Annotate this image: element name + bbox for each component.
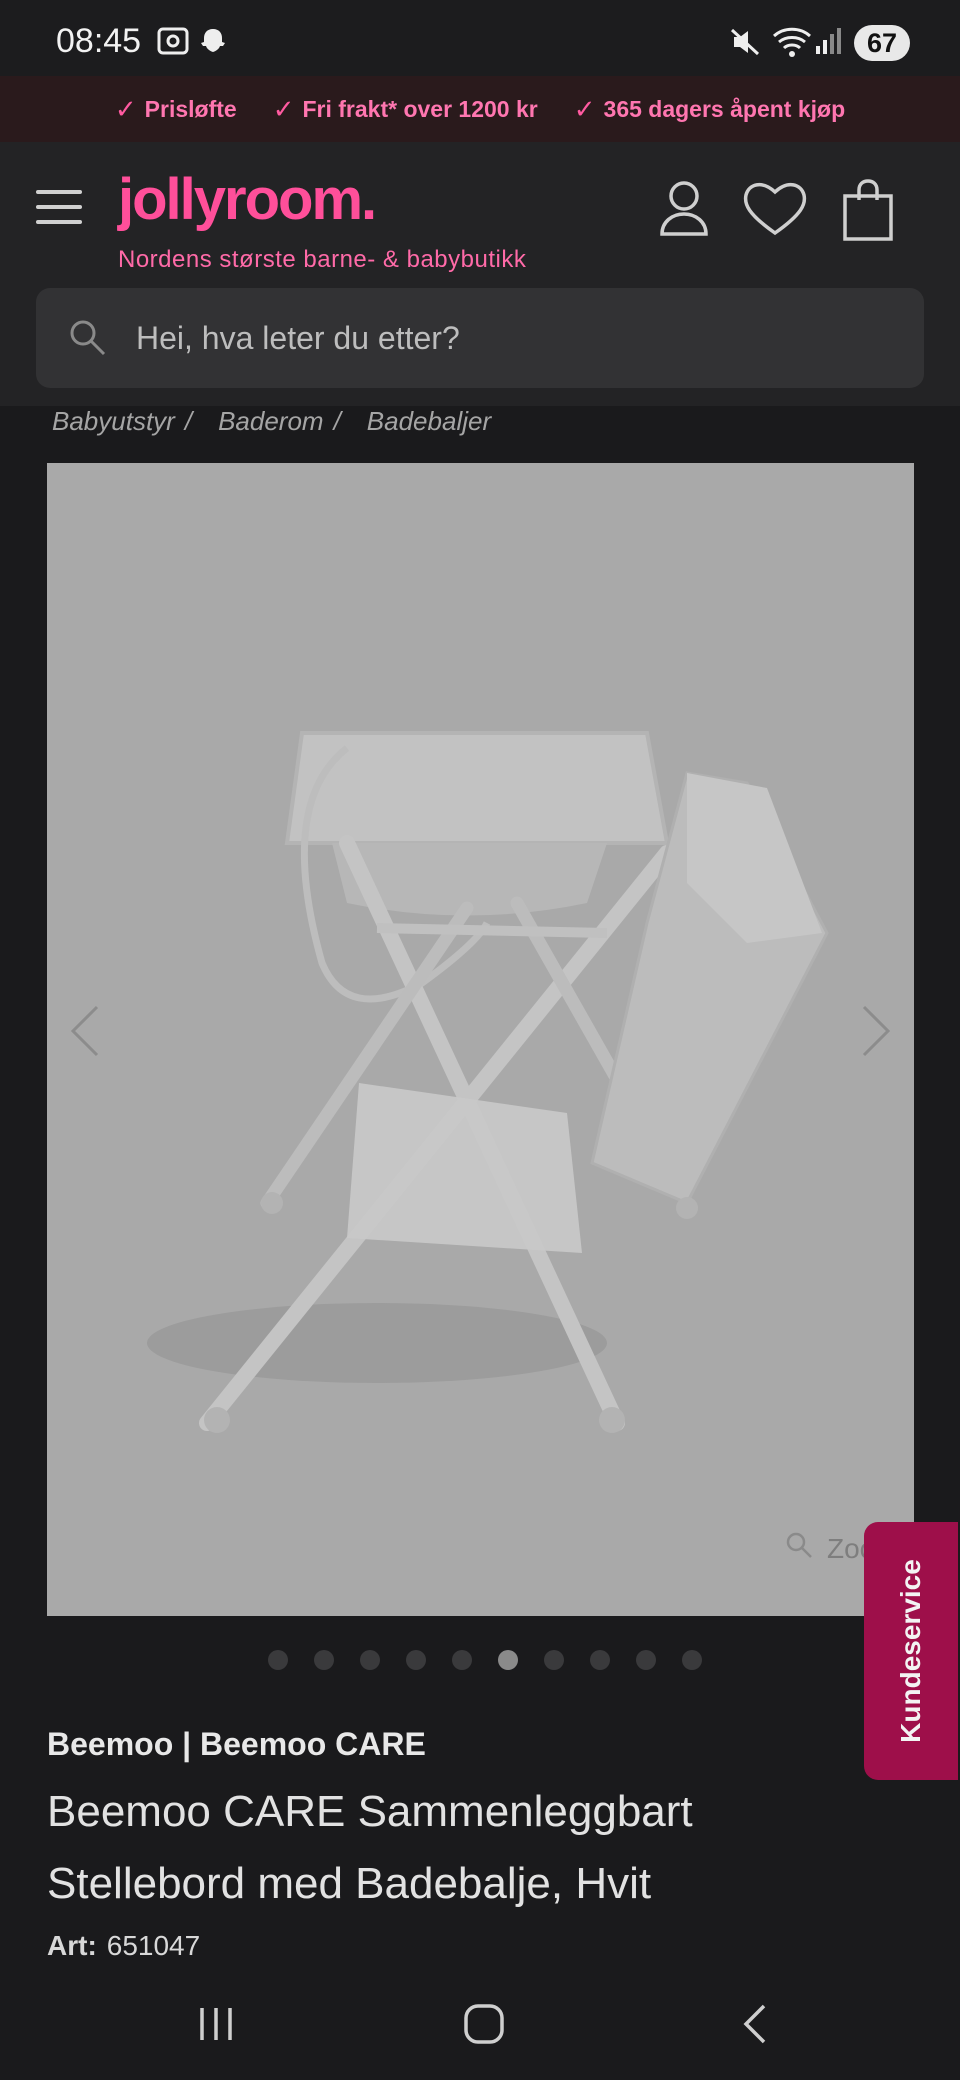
customer-service-label: Kundeservice [895, 1559, 926, 1743]
promo-bar: ✓ Prisløfte ✓ Fri frakt* over 1200 kr ✓ … [0, 76, 960, 142]
tagline: Nordens største barne- & babybutikk [118, 246, 527, 273]
promo-item-price-promise: ✓ Prisløfte [115, 94, 237, 125]
hamburger-menu-button[interactable] [36, 190, 82, 224]
pagination-dot-active[interactable] [498, 1650, 518, 1670]
pagination-dot[interactable] [590, 1650, 610, 1670]
zoom-icon [785, 1531, 813, 1566]
pagination-dot[interactable] [636, 1650, 656, 1670]
article-number: Art: 651047 [47, 1930, 200, 1962]
breadcrumb-separator: / [184, 406, 193, 436]
article-number-value: 651047 [106, 1930, 201, 1961]
breadcrumb: Babyutstyr / Baderom / Badebaljer [52, 406, 491, 442]
customer-service-tab[interactable]: Kundeservice [864, 1522, 958, 1780]
promo-item-free-shipping: ✓ Fri frakt* over 1200 kr [273, 94, 538, 125]
search-input[interactable] [136, 288, 896, 388]
menu-line [36, 220, 82, 224]
promo-label: Fri frakt* over 1200 kr [302, 95, 538, 122]
check-icon: ✓ [272, 93, 295, 124]
battery-indicator: 67 [854, 25, 910, 61]
account-icon[interactable] [656, 178, 712, 243]
search-box[interactable] [36, 288, 924, 388]
promo-label: 365 dagers åpent kjøp [603, 95, 846, 122]
jollyroom-logo[interactable]: jollyroom. [118, 166, 377, 233]
breadcrumb-link[interactable]: Babyutstyr [52, 406, 175, 442]
site-header: jollyroom. Nordens største barne- & baby… [0, 142, 960, 406]
search-icon [68, 318, 108, 363]
home-icon[interactable] [462, 2002, 506, 2051]
pagination-dot[interactable] [268, 1650, 288, 1670]
promo-item-open-purchase: ✓ 365 dagers åpent kjøp [574, 94, 845, 125]
recent-apps-icon[interactable] [196, 2002, 236, 2051]
breadcrumb-link[interactable]: Badebaljer [367, 406, 491, 442]
wishlist-heart-icon[interactable] [742, 178, 808, 243]
product-image-gallery[interactable]: Zoom [47, 463, 914, 1616]
screenshot-icon [156, 26, 190, 61]
product-image [147, 731, 829, 1433]
status-bar: 08:45 67 [0, 0, 960, 76]
pagination-dot[interactable] [452, 1650, 472, 1670]
pagination-dot[interactable] [314, 1650, 334, 1670]
wifi-icon [772, 26, 812, 63]
pagination-dot[interactable] [406, 1650, 426, 1670]
menu-line [36, 205, 82, 209]
shopping-bag-icon[interactable] [842, 178, 894, 247]
status-time: 08:45 [56, 22, 142, 60]
pagination-dot[interactable] [682, 1650, 702, 1670]
system-navigation-bar [0, 1976, 960, 2080]
gallery-pagination [0, 1650, 960, 1674]
back-icon[interactable] [738, 2002, 772, 2051]
check-icon: ✓ [573, 93, 596, 124]
mute-icon [728, 26, 762, 63]
product-title: Beemoo CARE Sammenleggbart Stellebord me… [47, 1787, 693, 1908]
pagination-dot[interactable] [360, 1650, 380, 1670]
promo-label: Prisløfte [144, 95, 237, 122]
article-number-label: Art: [47, 1930, 97, 1961]
menu-line [36, 190, 82, 194]
previous-image-arrow[interactable] [67, 1003, 101, 1064]
next-image-arrow[interactable] [860, 1003, 894, 1064]
breadcrumb-separator: / [333, 406, 341, 436]
check-icon: ✓ [114, 93, 137, 124]
breadcrumb-link[interactable]: Baderom [218, 406, 324, 442]
product-brand[interactable]: Beemoo | Beemoo CARE [47, 1726, 426, 1763]
pagination-dot[interactable] [544, 1650, 564, 1670]
signal-icon [814, 26, 844, 61]
snapchat-icon [196, 26, 230, 63]
